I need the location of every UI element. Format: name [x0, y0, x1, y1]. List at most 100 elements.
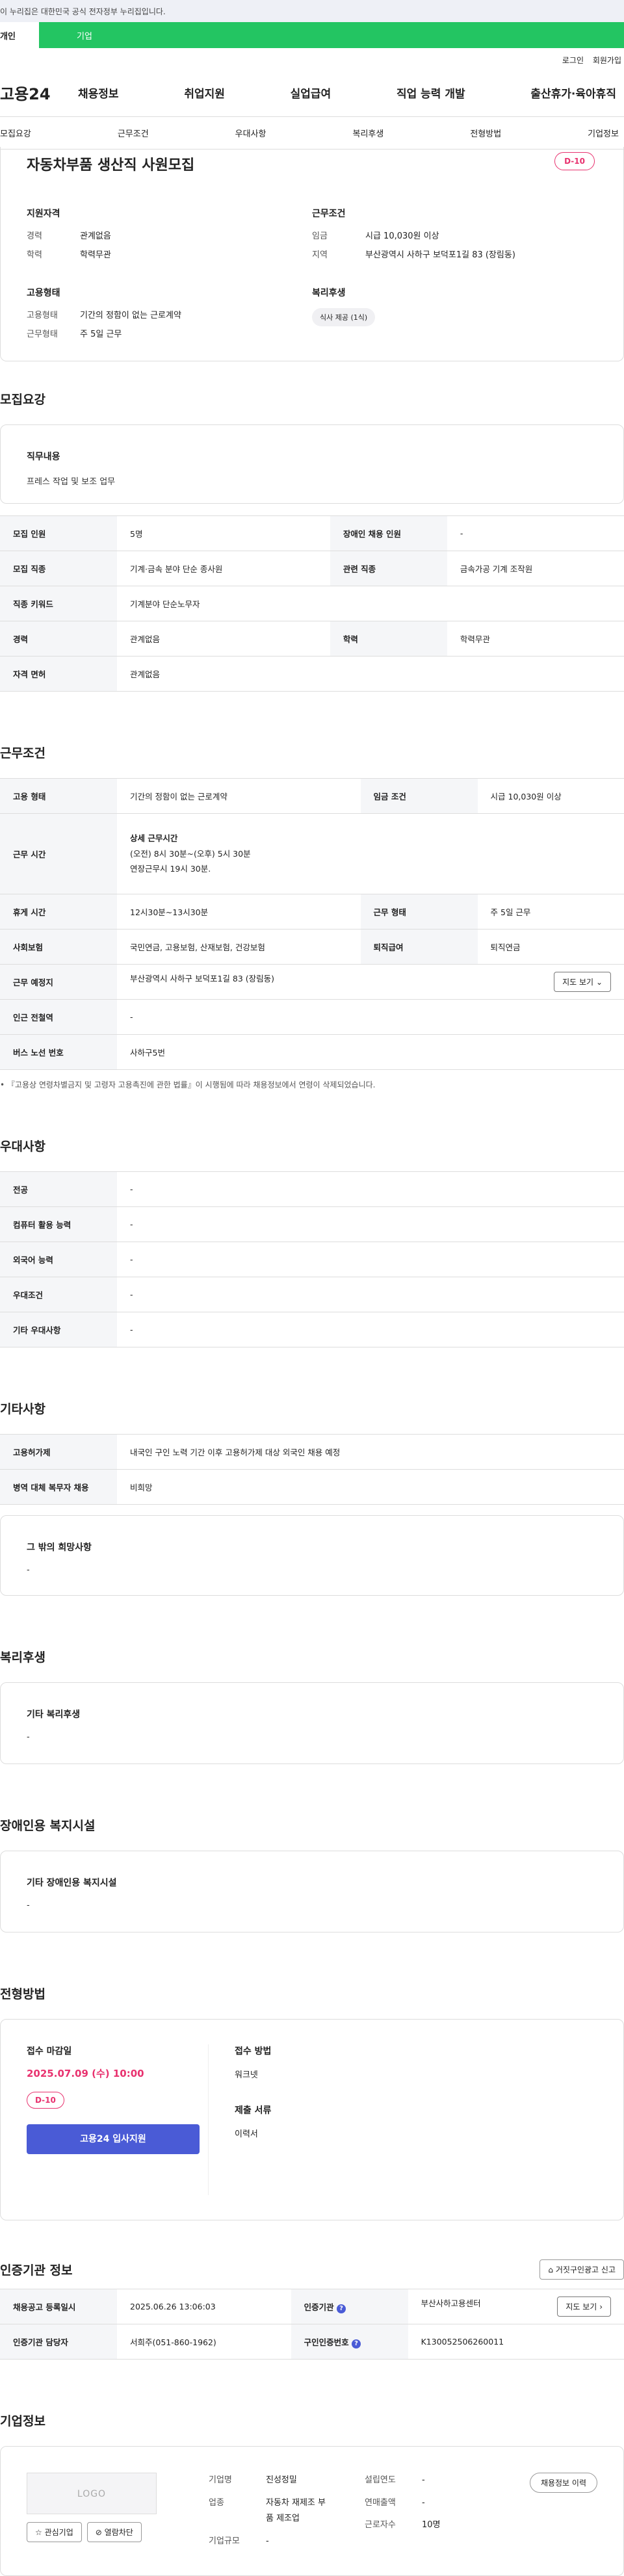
- summary-value: 기간의 정함이 없는 근로계약: [80, 311, 181, 320]
- table-header: 모집 인원: [0, 515, 117, 551]
- report-fake-ad-button[interactable]: ⌂ 거짓구인광고 신고: [540, 2259, 624, 2280]
- table-cell: -: [117, 1206, 624, 1242]
- cert-num-label: 구인인증번호: [304, 2337, 349, 2347]
- cert-org-label: 인증기관: [304, 2302, 334, 2312]
- favorite-company-button[interactable]: ☆ 관심기업: [27, 2522, 82, 2542]
- section-nav-company[interactable]: 기업정보: [588, 127, 619, 139]
- summary-qualification: 지원자격 경력 관계없음 학력 학력무관: [27, 207, 312, 286]
- age-notice-text: 『고용상 연령차별금지 및 고령자 고용촉진에 관한 법률』이 시행됨에 따라 …: [6, 1080, 376, 1089]
- section-nav-preference[interactable]: 우대사항: [235, 127, 266, 139]
- deadline-label: 접수 마감일: [27, 2046, 72, 2057]
- gnb-item-unemployment-benefit[interactable]: 실업급여: [291, 85, 332, 101]
- table-header: 모집 직종: [0, 551, 117, 586]
- table-cell: 기계분야 단순노무자: [117, 586, 624, 621]
- work-hours-line: (오전) 8시 30분~(오후) 5시 30분: [130, 848, 251, 859]
- disability-section: 장애인용 복지시설 기타 장애인용 복지시설 -: [0, 1816, 624, 1932]
- table-cell: -: [447, 515, 624, 551]
- gnb-item-jobs[interactable]: 채용정보: [78, 85, 119, 101]
- job-history-button[interactable]: 채용정보 이력: [529, 2473, 597, 2493]
- member-type-tabs: 개인 기업: [0, 22, 624, 48]
- apply-button[interactable]: 고용24 입사지원: [27, 2124, 200, 2154]
- table-cell: 기간의 정함이 없는 근로계약: [117, 778, 361, 814]
- table-cell: -: [117, 1171, 624, 1207]
- table-header: 직종 키워드: [0, 586, 117, 621]
- section-nav-conditions[interactable]: 근무조건: [118, 127, 149, 139]
- help-icon[interactable]: ?: [336, 2304, 346, 2313]
- company-section-title: 기업정보: [0, 2414, 46, 2428]
- table-cell: 학력무관: [447, 621, 624, 657]
- favorite-company-label: 관심기업: [44, 2528, 73, 2537]
- chevron-right-icon: ›: [599, 2302, 603, 2311]
- disability-box-title: 기타 장애인용 복지시설: [27, 1878, 117, 1888]
- tab-company[interactable]: 기업: [39, 22, 130, 48]
- docs-label: 제출 서류: [235, 2105, 272, 2116]
- table-header: 채용공고 등록일시: [0, 2289, 117, 2324]
- table-header: 근무 형태: [360, 894, 478, 930]
- section-nav-welfare[interactable]: 복리후생: [352, 127, 384, 139]
- table-header: 경력: [0, 621, 117, 657]
- etc-section-title: 기타사항: [0, 1402, 46, 1416]
- table-cell: 국민연금, 고용보험, 산재보험, 건강보험: [117, 929, 361, 965]
- login-link[interactable]: 로그인: [562, 56, 584, 65]
- table-row: 기타 우대사항 -: [0, 1312, 624, 1347]
- gnb-item-vocational-training[interactable]: 직업 능력 개발: [396, 85, 465, 101]
- summary-qualification-title: 지원자격: [27, 209, 60, 219]
- cert-map-button[interactable]: 지도 보기 ›: [557, 2296, 611, 2317]
- work-hours-line: 연장근무시 19시 30분.: [130, 864, 211, 874]
- work-place-value: 부산광역시 사하구 보덕포1길 83 (장림동): [130, 974, 275, 983]
- join-link[interactable]: 회원가입: [593, 56, 621, 65]
- company-value: -: [422, 2497, 425, 2508]
- star-icon: ☆: [35, 2528, 42, 2537]
- section-nav-recruit[interactable]: 모집요강: [0, 127, 31, 139]
- table-cell: 비희망: [117, 1469, 624, 1505]
- table-row: 고용 형태 기간의 정함이 없는 근로계약 임금 조건 시급 10,030원 이…: [0, 778, 624, 814]
- tab-personal[interactable]: 개인: [0, 22, 39, 48]
- summary-label: 지역: [312, 250, 328, 260]
- site-logo[interactable]: 고용24: [0, 81, 78, 104]
- company-value: -: [266, 2536, 269, 2547]
- block-view-button[interactable]: ⊘ 열람차단: [86, 2522, 142, 2542]
- table-header: 임금 조건: [360, 778, 478, 814]
- summary-welfare: 복리후생 식사 제공 (1식): [312, 286, 597, 346]
- company-logo-area: LOGO ☆ 관심기업 ⊘ 열람차단: [27, 2473, 209, 2549]
- table-row: 우대조건 -: [0, 1277, 624, 1312]
- method-value: 워크넷: [235, 2070, 258, 2080]
- cert-map-label: 지도 보기: [566, 2302, 597, 2311]
- table-cell: 주 5일 근무: [477, 894, 624, 930]
- table-cell: -: [117, 1242, 624, 1277]
- conditions-table: 고용 형태 기간의 정함이 없는 근로계약 임금 조건 시급 10,030원 이…: [0, 778, 624, 1070]
- job-title: 자동차부품 생산직 사원모집: [27, 157, 195, 174]
- help-icon[interactable]: ?: [351, 2339, 361, 2348]
- conditions-section-title: 근무조건: [0, 746, 46, 761]
- cert-header: 인증기관 정보 ⌂ 거짓구인광고 신고: [0, 2259, 624, 2280]
- table-header: 고용허가제: [0, 1434, 117, 1470]
- gnb-menu: 채용정보 취업지원 실업급여 직업 능력 개발 출산휴가·육아휴직: [78, 85, 624, 101]
- other-wishes-value: -: [27, 1565, 30, 1575]
- conditions-section: 근무조건 고용 형태 기간의 정함이 없는 근로계약 임금 조건 시급 10,0…: [0, 744, 624, 1090]
- table-row: 직종 키워드 기계분야 단순노무자: [0, 586, 624, 621]
- docs-value: 이력서: [235, 2129, 258, 2139]
- other-wishes-box: 그 밖의 희망사항 -: [0, 1515, 624, 1596]
- section-nav-apply[interactable]: 전형방법: [470, 127, 501, 139]
- table-header: 사회보험: [0, 929, 117, 965]
- gnb-item-parental-leave[interactable]: 출산휴가·육아휴직: [530, 85, 616, 101]
- table-cell: 금속가공 기계 조작원: [447, 551, 624, 586]
- table-row: 병역 대체 복무자 채용 비희망: [0, 1469, 624, 1505]
- block-icon: ⊘: [95, 2528, 102, 2537]
- company-box: LOGO ☆ 관심기업 ⊘ 열람차단 기업명 진성정밀 업종 자동차 재제조 부품 …: [0, 2446, 624, 2576]
- deadline-value: 2025.07.09 (수) 10:00: [27, 2068, 144, 2079]
- welfare-box-title: 기타 복리후생: [27, 1710, 81, 1720]
- global-nav: 고용24 채용정보 취업지원 실업급여 직업 능력 개발 출산휴가·육아휴직: [0, 69, 624, 117]
- table-header: 관련 직종: [330, 551, 447, 586]
- company-industry: 자동차 재제조 부품 제조업: [266, 2495, 326, 2527]
- map-view-button[interactable]: 지도 보기 ⌄: [554, 972, 611, 992]
- gnb-item-employment-support[interactable]: 취업지원: [184, 85, 225, 101]
- apply-method-panel: 접수 방법 워크넷 제출 서류 이력서: [209, 2044, 271, 2195]
- preference-section-title: 우대사항: [0, 1139, 46, 1154]
- table-row: 전공 -: [0, 1171, 624, 1207]
- apply-box: 접수 마감일 2025.07.09 (수) 10:00 D-10 고용24 입사…: [0, 2019, 624, 2220]
- alarm-icon: ⌂: [548, 2265, 554, 2274]
- welfare-box-value: -: [27, 1732, 30, 1742]
- table-row: 버스 노선 번호 사하구5번: [0, 1034, 624, 1070]
- tabs-bar-fill: [130, 22, 624, 48]
